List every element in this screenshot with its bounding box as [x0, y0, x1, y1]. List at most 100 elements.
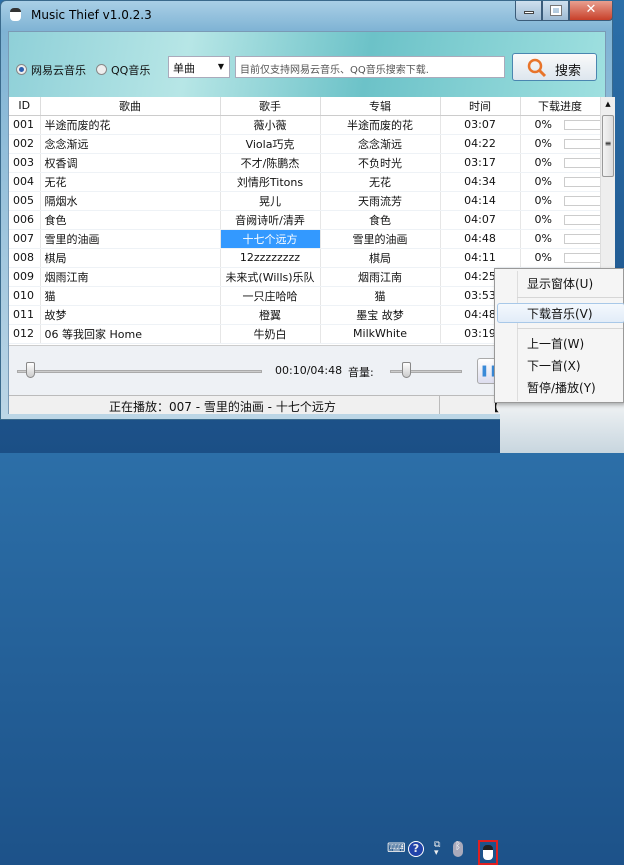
cell-id: 006: [9, 210, 41, 230]
cell-text: 薇小薇: [253, 118, 287, 132]
cell-album: 棋局: [320, 248, 441, 268]
cell-progress: 0%: [520, 172, 601, 192]
cell-id: 008: [9, 248, 41, 268]
cell-progress: 0%: [520, 248, 601, 268]
table-row[interactable]: 007 雪里的油画 十七个远方 雪里的油画 04:48 0%: [9, 229, 601, 249]
cell-song: 棋局: [40, 248, 221, 268]
cell-text: 未来式(Wills)乐队: [225, 270, 315, 284]
music-thief-tray-icon[interactable]: [478, 840, 498, 865]
window-title: Music Thief v1.0.2.3: [31, 8, 152, 22]
cell-text: 002: [13, 137, 34, 150]
table-row[interactable]: 005 隔烟水 晃儿 天雨流芳 04:14 0%: [9, 191, 601, 211]
cell-duration: 04:11: [440, 248, 521, 268]
cell-id: 009: [9, 267, 41, 287]
cell-text: 无花: [44, 175, 67, 189]
cell-song: 半途而废的花: [40, 115, 221, 135]
cell-text: 雪里的油画: [352, 232, 408, 246]
tray-context-menu: 显示窗体(U) 下载音乐(V) 上一首(W) 下一首(X) 暂停/播放(Y): [494, 268, 624, 403]
cell-text: 03:17: [464, 156, 496, 169]
volume-thumb[interactable]: [402, 362, 412, 378]
column-header[interactable]: ID: [9, 97, 41, 116]
cell-text: 刘情彤Titons: [236, 175, 304, 189]
radio-netease[interactable]: [16, 64, 27, 75]
cell-text: 棋局: [44, 251, 67, 265]
minimize-button[interactable]: [515, 1, 542, 21]
table-row[interactable]: 002 念念渐远 Viola巧克 念念渐远 04:22 0%: [9, 134, 601, 154]
search-type-select[interactable]: 单曲 ▼: [168, 56, 230, 78]
cell-text: 雪里的油画: [44, 232, 100, 246]
download-progress-bar: [563, 139, 599, 149]
cell-text: 橙翼: [259, 308, 281, 322]
cell-album: 半途而废的花: [320, 115, 441, 135]
menu-item-pause-play[interactable]: 暂停/播放(Y): [527, 379, 596, 396]
cell-text: 不负时光: [358, 156, 402, 170]
help-icon[interactable]: ?: [408, 841, 424, 857]
cell-text: 04:48: [464, 308, 496, 321]
cell-song: 念念渐远: [40, 134, 221, 154]
cell-text: 010: [13, 289, 34, 302]
column-header[interactable]: 专辑: [320, 97, 441, 116]
search-button[interactable]: 搜索: [512, 53, 597, 81]
cell-album: MilkWhite: [320, 324, 441, 344]
table-row[interactable]: 001 半途而废的花 薇小薇 半途而废的花 03:07 0%: [9, 115, 601, 135]
cell-duration: 04:48: [440, 229, 521, 249]
cell-text: 念念渐远: [44, 137, 89, 151]
cell-text: 无花: [369, 175, 391, 189]
table-row[interactable]: 006 食色 音阙诗听/清弄 食色 04:07 0%: [9, 210, 601, 230]
cell-text: Viola巧克: [245, 137, 295, 151]
menu-item-show-window[interactable]: 显示窗体(U): [527, 275, 593, 292]
cell-id: 010: [9, 286, 41, 306]
menu-separator: [517, 328, 623, 329]
cell-text: 食色: [44, 213, 67, 227]
scroll-thumb[interactable]: ≡: [602, 115, 614, 177]
seek-thumb[interactable]: [25, 362, 35, 378]
cell-text: 005: [13, 194, 34, 207]
show-hidden-icons-icon[interactable]: ⧉ ▾: [434, 841, 440, 858]
download-progress-bar: [563, 253, 599, 263]
cell-text: 食色: [369, 213, 391, 227]
download-progress-bar: [563, 234, 599, 244]
table-row[interactable]: 003 权香调 不才/陈鹏杰 不负时光 03:17 0%: [9, 153, 601, 173]
search-input[interactable]: 目前仅支持网易云音乐、QQ音乐搜索下载.: [235, 56, 505, 78]
cell-text: 003: [13, 156, 34, 169]
cell-progress: 0%: [520, 134, 601, 154]
cell-duration: 04:07: [440, 210, 521, 230]
cell-progress: 0%: [520, 191, 601, 211]
cell-artist: 橙翼: [220, 305, 321, 325]
close-button[interactable]: ✕: [569, 1, 613, 21]
radio-qq[interactable]: [96, 64, 107, 75]
cell-text: 故梦: [44, 308, 67, 322]
cell-text: 03:19: [464, 327, 496, 340]
cell-song: 权香调: [40, 153, 221, 173]
volume-slider[interactable]: [390, 370, 462, 373]
cell-text: 猫: [44, 289, 56, 303]
keyboard-icon[interactable]: ⌨: [387, 841, 406, 856]
column-header[interactable]: 歌手: [220, 97, 321, 116]
cell-text: 晃儿: [259, 194, 281, 208]
cell-text: 一只庄哈哈: [242, 289, 298, 303]
scroll-up-icon[interactable]: ▲: [601, 97, 615, 111]
column-header[interactable]: 时间: [440, 97, 521, 116]
seek-slider[interactable]: [17, 370, 262, 373]
menu-item-next[interactable]: 下一首(X): [527, 357, 581, 374]
cell-duration: 03:17: [440, 153, 521, 173]
menu-item-previous[interactable]: 上一首(W): [527, 335, 584, 352]
cell-text: 半途而废的花: [347, 118, 413, 132]
cell-text: 猫: [374, 289, 386, 303]
cell-album: 雪里的油画: [320, 229, 441, 249]
search-type-value: 单曲: [173, 62, 195, 75]
cell-album: 烟雨江南: [320, 267, 441, 287]
column-header[interactable]: 下载进度: [520, 97, 601, 116]
cell-text: 烟雨江南: [44, 270, 89, 284]
cell-id: 004: [9, 172, 41, 192]
download-progress-bar: [563, 177, 599, 187]
column-header[interactable]: 歌曲: [40, 97, 221, 116]
cell-artist: 音阙诗听/清弄: [220, 210, 321, 230]
menu-item-download[interactable]: 下载音乐(V): [527, 305, 593, 322]
table-row[interactable]: 004 无花 刘情彤Titons 无花 04:34 0%: [9, 172, 601, 192]
table-row[interactable]: 008 棋局 12zzzzzzzz 棋局 04:11 0%: [9, 248, 601, 268]
bluetooth-icon[interactable]: ᛒ: [453, 841, 463, 857]
cell-text: 0%: [534, 251, 552, 264]
cell-artist: 薇小薇: [220, 115, 321, 135]
maximize-button[interactable]: [542, 1, 569, 21]
